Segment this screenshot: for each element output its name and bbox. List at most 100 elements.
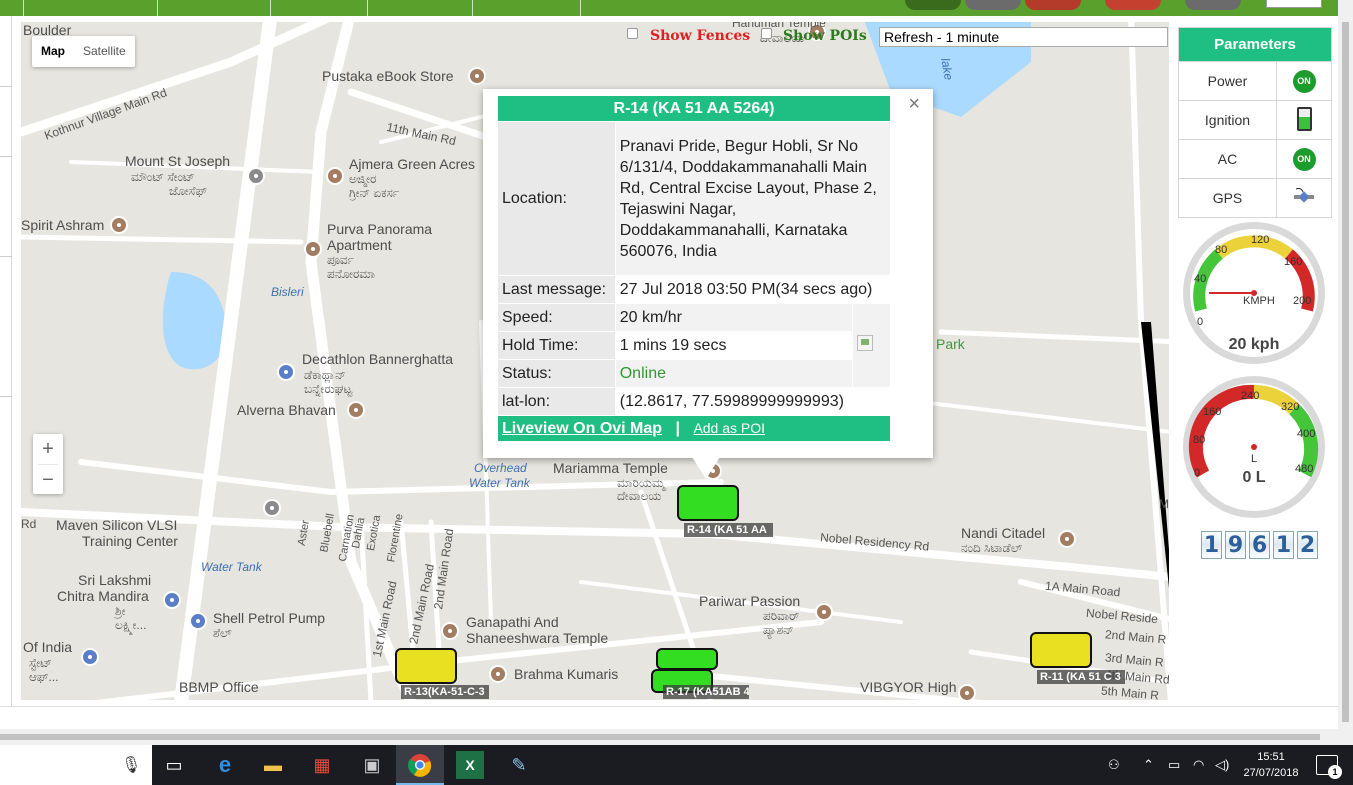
nav-separator xyxy=(580,0,581,16)
chevron-up-icon[interactable]: ⌃ xyxy=(1143,757,1154,773)
poi-education-icon[interactable] xyxy=(247,167,265,185)
map-type-map-button[interactable]: Map xyxy=(32,36,74,67)
show-fences-checkbox[interactable] xyxy=(627,28,638,39)
battery-icon xyxy=(1296,106,1312,131)
paint-icon[interactable]: ✎ xyxy=(505,751,533,779)
nav-vehicle-button[interactable] xyxy=(965,0,1021,10)
param-name: Ignition xyxy=(1178,100,1277,140)
bus-icon xyxy=(1030,632,1092,668)
poi-temple-icon[interactable] xyxy=(110,216,128,234)
wifi-icon[interactable]: ◠ xyxy=(1193,757,1204,773)
poi-place-icon[interactable] xyxy=(304,240,322,258)
task-view-icon[interactable]: ▭ xyxy=(160,751,188,779)
nav-vehicle-button[interactable] xyxy=(1105,0,1161,10)
map-label: Brahma Kumaris xyxy=(514,666,619,682)
store-icon[interactable]: ▦ xyxy=(308,751,336,779)
zoom-control: + − xyxy=(33,434,63,494)
poi-place-icon[interactable] xyxy=(326,167,344,185)
left-side-strip xyxy=(0,16,12,706)
map-label: Of India xyxy=(23,639,73,655)
poi-temple-icon[interactable] xyxy=(441,622,459,640)
poi-school-icon[interactable] xyxy=(958,684,976,700)
nav-separator xyxy=(270,0,271,16)
map-label: ಅಜ್ಮೀರ xyxy=(349,172,377,186)
scrollbar-thumb[interactable] xyxy=(0,734,1320,740)
zoom-in-button[interactable]: + xyxy=(33,434,63,464)
poi-fuel-icon[interactable] xyxy=(189,612,207,630)
strip-divider xyxy=(0,256,12,257)
info-window-pointer xyxy=(692,457,720,479)
map-type-satellite-button[interactable]: Satellite xyxy=(74,36,135,67)
satellite-icon xyxy=(1293,186,1315,208)
odometer-digit: 2 xyxy=(1297,531,1318,559)
chrome-icon[interactable] xyxy=(406,751,434,779)
map-label: Pustaka eBook Store xyxy=(322,68,454,84)
excel-icon[interactable]: X xyxy=(456,751,484,779)
close-icon[interactable]: × xyxy=(908,93,920,116)
map-label: ಸ್ಟೇಟ್ xyxy=(29,656,52,670)
map-type-control: Map Satellite xyxy=(32,36,135,67)
odometer-digit: 1 xyxy=(1201,531,1222,559)
poi-education-icon[interactable] xyxy=(263,499,281,517)
map-label: Mount St Joseph xyxy=(125,153,231,169)
speed-tick: 120 xyxy=(1251,234,1270,246)
nav-vehicle-button[interactable] xyxy=(1025,0,1081,10)
scrollbar-thumb[interactable] xyxy=(1342,22,1349,722)
map-label: ಮೌಂಟ್ ಸೇಂಟ್ xyxy=(131,170,195,184)
show-pois-checkbox[interactable] xyxy=(761,28,772,39)
refresh-interval-select[interactable]: Refresh - 1 minute xyxy=(879,27,1168,47)
param-status: ON xyxy=(1276,61,1332,101)
speed-unit: KMPH xyxy=(1243,295,1275,307)
vertical-scrollbar[interactable] xyxy=(1338,0,1353,745)
people-icon[interactable]: ⚇ xyxy=(1108,757,1120,773)
param-status: ON xyxy=(1276,139,1332,179)
taskbar-search-box[interactable]: 🎙 xyxy=(0,745,152,785)
volume-icon[interactable]: ◁) xyxy=(1215,757,1229,773)
poi-bookstore-icon[interactable] xyxy=(468,67,486,85)
media-app-icon[interactable]: ▣ xyxy=(358,751,386,779)
nav-separator xyxy=(367,0,368,16)
map-label: Ganapathi And xyxy=(466,614,559,630)
parameters-title: Parameters xyxy=(1178,27,1332,62)
bus-label: R-17 (KA51AB 4 xyxy=(663,685,749,699)
vehicle-info-table: R-14 (KA 51 AA 5264) Location: Pranavi P… xyxy=(497,95,892,442)
poi-place-icon[interactable] xyxy=(1058,530,1076,548)
taskbar-clock[interactable]: 15:51 27/07/2018 xyxy=(1238,749,1304,781)
file-explorer-icon[interactable]: ▬ xyxy=(259,751,287,779)
power-on-icon: ON xyxy=(1292,69,1316,93)
map-label: Training Center xyxy=(82,533,178,549)
nav-vehicle-button[interactable] xyxy=(1185,0,1241,10)
poi-bank-icon[interactable] xyxy=(81,648,99,666)
param-status xyxy=(1276,178,1332,218)
poi-cinema-icon[interactable] xyxy=(163,591,181,609)
horizontal-scrollbar[interactable] xyxy=(0,729,1338,745)
map-road-label: M xyxy=(1159,497,1169,511)
speed-tick: 80 xyxy=(1215,244,1228,256)
odometer-digit: 6 xyxy=(1249,531,1270,559)
poi-temple-icon[interactable] xyxy=(347,401,365,419)
fuel-tick: 240 xyxy=(1241,390,1260,402)
strip-divider xyxy=(0,156,12,157)
poi-shopping-icon[interactable] xyxy=(277,363,295,381)
nav-logout-button[interactable] xyxy=(1266,0,1322,8)
speed-value: 20 km/hr xyxy=(614,303,854,332)
param-name: AC xyxy=(1178,139,1277,179)
info-window-footer: Liveview On Ovi Map | Add as POI xyxy=(497,415,891,442)
network-icon[interactable]: ▭ xyxy=(1168,757,1180,773)
map-label: ಲಕ್ಷ್ಮೀ... xyxy=(115,618,147,632)
notification-count: 1 xyxy=(1328,765,1342,779)
microphone-icon[interactable]: 🎙 xyxy=(121,755,141,775)
add-as-poi-link[interactable]: Add as POI xyxy=(693,420,765,436)
poi-place-icon[interactable] xyxy=(815,603,833,621)
zoom-out-button[interactable]: − xyxy=(33,465,63,495)
nav-vehicle-button[interactable] xyxy=(905,0,961,10)
show-pois-label: Show POIs xyxy=(783,28,867,44)
bus-icon xyxy=(677,485,739,521)
notification-center-icon[interactable]: 1 xyxy=(1316,755,1342,779)
liveview-link[interactable]: Liveview On Ovi Map xyxy=(502,420,662,437)
poi-place-icon[interactable] xyxy=(489,665,507,683)
map-label: Pariwar Passion xyxy=(699,593,801,609)
edge-browser-icon[interactable]: e xyxy=(211,751,239,779)
param-name: GPS xyxy=(1178,178,1277,218)
clock-time: 15:51 xyxy=(1257,751,1285,763)
